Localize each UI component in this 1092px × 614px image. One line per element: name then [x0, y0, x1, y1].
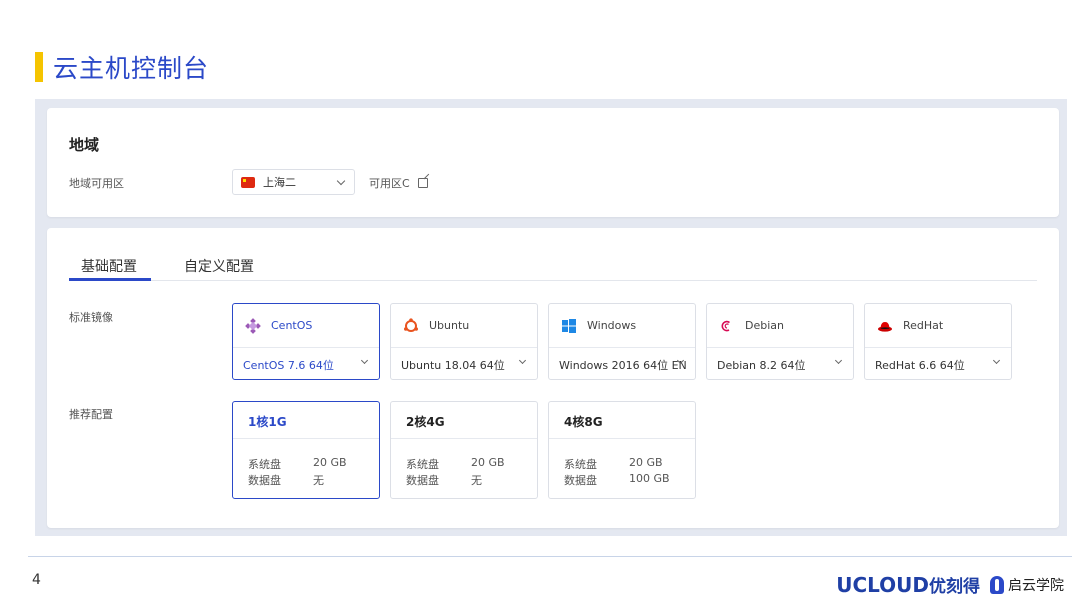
- data-disk-label: 数据盘: [248, 474, 281, 487]
- image-card-header[interactable]: Debian: [707, 304, 853, 348]
- data-disk-value: 100 GB: [629, 472, 670, 485]
- image-card-header[interactable]: RedHat: [865, 304, 1011, 348]
- ubuntu-icon: [404, 317, 418, 332]
- region-card: 地域 地域可用区 上海二 可用区C: [47, 108, 1059, 217]
- region-select-value: 上海二: [263, 176, 296, 189]
- centos-icon: [245, 317, 261, 334]
- slide-title: 云主机控制台: [35, 50, 209, 84]
- recommend-title: 1核1G: [248, 415, 287, 429]
- system-disk-row: 系统盘 20 GB: [406, 456, 505, 472]
- image-version-select[interactable]: Debian 8.2 64位: [717, 357, 805, 373]
- region-title: 地域: [69, 136, 100, 154]
- image-version-select[interactable]: Windows 2016 64位 EN: [559, 357, 687, 373]
- china-flag-icon: [241, 176, 255, 188]
- system-disk-value: 20 GB: [313, 456, 347, 469]
- system-disk-row: 系统盘 20 GB: [564, 456, 663, 472]
- chevron-down-icon[interactable]: [992, 356, 1001, 365]
- image-card-windows[interactable]: Windows Windows 2016 64位 EN: [548, 303, 696, 380]
- data-disk-label: 数据盘: [406, 474, 439, 487]
- chevron-down-icon: [336, 176, 346, 186]
- page-number: 4: [32, 572, 41, 588]
- recommend-label: 推荐配置: [69, 408, 113, 421]
- zone-value[interactable]: 可用区C: [369, 175, 428, 191]
- image-card-ubuntu[interactable]: Ubuntu Ubuntu 18.04 64位: [390, 303, 538, 380]
- active-tab-indicator: [69, 278, 151, 281]
- zone-label: 地域可用区: [69, 177, 124, 190]
- images-label: 标准镜像: [69, 311, 113, 324]
- system-disk-label: 系统盘: [564, 458, 597, 471]
- academy-logo-text: 启云学院: [1008, 577, 1064, 594]
- image-name: Windows: [587, 319, 637, 332]
- divider: [391, 438, 537, 439]
- redhat-icon: [878, 321, 892, 332]
- ucloud-logo: UCLOUD: [836, 572, 929, 597]
- recommend-title: 2核4G: [406, 415, 445, 429]
- zone-value-text: 可用区C: [369, 177, 410, 190]
- image-version-select[interactable]: RedHat 6.6 64位: [875, 357, 965, 373]
- divider: [233, 438, 379, 439]
- brand-logos: UCLOUD 优刻得 启云学院: [836, 572, 1064, 598]
- academy-logo-icon: [990, 575, 1004, 594]
- image-name: RedHat: [903, 319, 944, 332]
- system-disk-label: 系统盘: [248, 458, 281, 471]
- system-disk-label: 系统盘: [406, 458, 439, 471]
- chevron-down-icon[interactable]: [518, 356, 527, 365]
- image-card-redhat[interactable]: RedHat RedHat 6.6 64位: [864, 303, 1012, 380]
- data-disk-value: 无: [471, 474, 482, 487]
- image-card-header[interactable]: Ubuntu: [391, 304, 537, 348]
- recommend-title: 4核8G: [564, 415, 603, 429]
- divider: [549, 438, 695, 439]
- region-select[interactable]: 上海二: [232, 169, 355, 195]
- ucloud-cn-logo: 优刻得: [929, 577, 980, 597]
- image-card-header[interactable]: Windows: [549, 304, 695, 348]
- chevron-down-icon[interactable]: [834, 356, 843, 365]
- image-name: Ubuntu: [429, 319, 470, 332]
- config-tabs: 基础配置 自定义配置: [69, 246, 1037, 281]
- data-disk-value: 无: [313, 474, 324, 487]
- image-version-select[interactable]: Ubuntu 18.04 64位: [401, 357, 505, 373]
- system-disk-value: 20 GB: [471, 456, 505, 469]
- data-disk-label: 数据盘: [564, 474, 597, 487]
- recommend-card-1c1g[interactable]: 1核1G 系统盘 20 GB 数据盘 无: [232, 401, 380, 499]
- image-name: Debian: [745, 319, 784, 332]
- image-name: CentOS: [271, 319, 313, 332]
- windows-icon: [562, 318, 576, 333]
- system-disk-row: 系统盘 20 GB: [248, 456, 347, 472]
- image-card-header[interactable]: CentOS: [233, 304, 379, 348]
- system-disk-value: 20 GB: [629, 456, 663, 469]
- image-card-centos[interactable]: CentOS CentOS 7.6 64位: [232, 303, 380, 380]
- chevron-down-icon[interactable]: [360, 356, 369, 365]
- recommend-card-4c8g[interactable]: 4核8G 系统盘 20 GB 数据盘 100 GB: [548, 401, 696, 499]
- footer-divider: [28, 556, 1072, 557]
- data-disk-row: 数据盘 无: [406, 472, 482, 488]
- debian-icon: [721, 320, 730, 331]
- edit-icon[interactable]: [417, 178, 428, 188]
- image-version-select[interactable]: CentOS 7.6 64位: [243, 357, 334, 373]
- tab-custom-config[interactable]: 自定义配置: [184, 256, 254, 282]
- data-disk-row: 数据盘 无: [248, 472, 324, 488]
- title-accent-bar: [35, 52, 43, 82]
- data-disk-row: 数据盘 100 GB: [564, 472, 670, 488]
- recommend-card-2c4g[interactable]: 2核4G 系统盘 20 GB 数据盘 无: [390, 401, 538, 499]
- image-card-debian[interactable]: Debian Debian 8.2 64位: [706, 303, 854, 380]
- console-screenshot: 地域 地域可用区 上海二 可用区C 基础配置 自定义配置 标准镜像 CentOS…: [35, 99, 1067, 536]
- slide-title-text: 云主机控制台: [53, 54, 210, 83]
- config-card: 基础配置 自定义配置 标准镜像 CentOS CentOS 7.6 64位 Ub…: [47, 228, 1059, 528]
